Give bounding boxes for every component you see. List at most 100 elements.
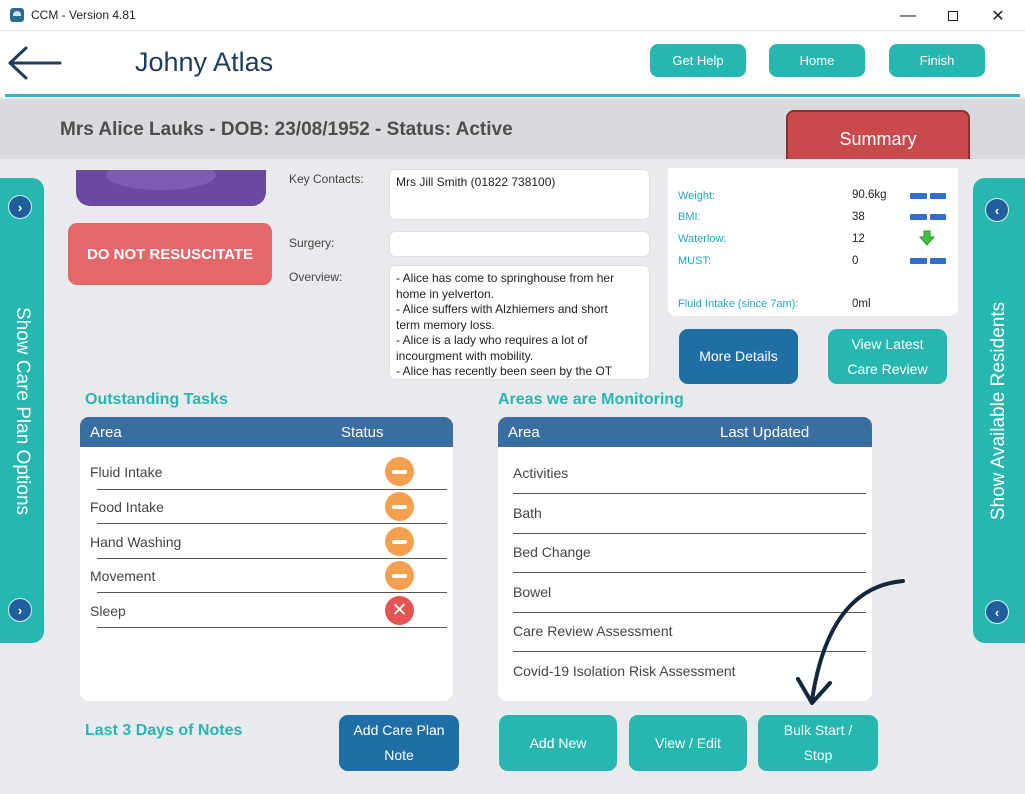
monitoring-item[interactable]: Bed Change	[513, 544, 591, 560]
table-header: Area Last Updated	[498, 417, 872, 447]
overview-line: - Alice is a lady who requires a lot of	[396, 333, 588, 347]
waterlow-label: Waterlow:	[678, 233, 727, 245]
waterlow-value: 12	[852, 233, 865, 245]
bmi-value: 38	[852, 211, 865, 223]
row-divider	[97, 489, 447, 490]
overview-line: - Alice has recently been seen by the OT	[396, 364, 613, 378]
task-area: Fluid Intake	[90, 464, 163, 480]
maximize-button[interactable]	[930, 0, 976, 31]
minus-circle-icon[interactable]	[385, 527, 414, 556]
chevron-left-icon[interactable]: ‹	[985, 198, 1009, 222]
task-area: Food Intake	[90, 499, 164, 515]
finish-button[interactable]: Finish	[889, 44, 985, 77]
care-plan-options-label: Show Care Plan Options	[12, 306, 33, 515]
monitoring-item[interactable]: Care Review Assessment	[513, 623, 673, 639]
table-header: Area Status	[80, 417, 453, 447]
chevron-right-icon[interactable]: ›	[8, 195, 32, 219]
row-divider	[513, 572, 866, 573]
column-header-area: Area	[90, 424, 122, 441]
key-contacts-field[interactable]: Mrs Jill Smith (01822 738100)	[389, 169, 650, 220]
available-residents-panel[interactable]: Show Available Residents	[973, 178, 1025, 643]
close-window-button[interactable]: ✕	[975, 0, 1021, 31]
column-header-status: Status	[341, 424, 384, 441]
task-area: Hand Washing	[90, 534, 182, 550]
minus-circle-icon[interactable]	[385, 457, 414, 486]
chevron-right-icon[interactable]: ›	[8, 598, 32, 622]
monitoring-item[interactable]: Bowel	[513, 584, 551, 600]
annotation-arrow-icon	[796, 579, 905, 705]
outstanding-tasks-title: Outstanding Tasks	[85, 391, 228, 408]
header-divider	[5, 94, 1020, 97]
row-divider	[513, 493, 866, 494]
monitoring-item[interactable]: Bath	[513, 505, 542, 521]
view-latest-care-review-button[interactable]: View Latest Care Review	[828, 329, 947, 384]
x-circle-icon[interactable]: ✕	[385, 596, 414, 625]
view-edit-button[interactable]: View / Edit	[629, 715, 747, 771]
maximize-icon	[948, 10, 958, 21]
overview-line: incourgment with mobility.	[396, 348, 534, 363]
row-divider	[97, 523, 447, 524]
row-divider	[513, 533, 866, 534]
overview-line: home in yelverton.	[396, 286, 495, 301]
overview-label: Overview:	[289, 270, 343, 284]
close-icon: ✕	[991, 7, 1005, 25]
back-arrow-icon[interactable]	[6, 45, 62, 81]
chevron-left-icon[interactable]: ‹	[985, 600, 1009, 624]
bulk-start-stop-button[interactable]: Bulk Start / Stop	[758, 715, 878, 771]
dash-icon	[910, 193, 946, 199]
surgery-field[interactable]	[389, 231, 650, 257]
button-label: Add Care Plan	[353, 722, 445, 738]
bmi-label: BMI:	[678, 211, 701, 223]
row-divider	[97, 627, 447, 628]
button-label: Bulk Start /	[783, 722, 853, 738]
overview-line: term memory loss.	[396, 317, 495, 332]
must-value: 0	[852, 255, 859, 267]
must-label: MUST:	[678, 255, 711, 267]
resident-photo	[76, 170, 266, 206]
button-label: Note	[384, 747, 414, 763]
monitoring-item[interactable]: Covid-19 Isolation Risk Assessment	[513, 663, 736, 679]
weight-value: 90.6kg	[852, 189, 887, 201]
button-label: Stop	[803, 747, 833, 763]
add-new-button[interactable]: Add New	[499, 715, 617, 771]
minimize-icon: —	[900, 6, 916, 24]
care-plan-options-panel[interactable]: Show Care Plan Options	[0, 178, 44, 643]
get-help-button[interactable]: Get Help	[650, 44, 746, 77]
resident-status-text: Mrs Alice Lauks - DOB: 23/08/1952 - Stat…	[60, 119, 513, 140]
minimize-button[interactable]: —	[885, 0, 931, 31]
add-care-plan-note-button[interactable]: Add Care Plan Note	[339, 715, 459, 771]
overview-line: - Alice suffers with Alzhiemers and shor…	[396, 302, 608, 316]
minus-circle-icon[interactable]	[385, 492, 414, 521]
column-header-area: Area	[508, 424, 540, 441]
more-details-button[interactable]: More Details	[679, 329, 798, 384]
app-logo-icon	[10, 8, 24, 22]
monitoring-item[interactable]: Activities	[513, 465, 568, 481]
key-contacts-value: Mrs Jill Smith (01822 738100)	[396, 175, 556, 189]
available-residents-label: Show Available Residents	[988, 301, 1009, 520]
overview-line: - Alice has come to springhouse from her	[396, 271, 615, 285]
monitoring-title: Areas we are Monitoring	[498, 391, 684, 408]
notes-title: Last 3 Days of Notes	[85, 722, 243, 739]
summary-tab[interactable]: Summary	[786, 110, 970, 159]
minus-circle-icon[interactable]	[385, 561, 414, 590]
window-title: CCM - Version 4.81	[31, 8, 136, 22]
task-area: Sleep	[90, 603, 126, 619]
row-divider	[97, 558, 447, 559]
key-contacts-label: Key Contacts:	[289, 172, 364, 186]
window-title-bar	[0, 0, 1025, 31]
overview-field[interactable]: - Alice has come to springhouse from her…	[389, 265, 650, 380]
dnr-badge: DO NOT RESUSCITATE	[68, 223, 272, 285]
task-area: Movement	[90, 568, 156, 584]
row-divider	[97, 592, 447, 593]
fluid-intake-label: Fluid Intake (since 7am):	[678, 298, 799, 310]
fluid-intake-value: 0ml	[852, 298, 871, 310]
dash-icon	[910, 258, 946, 264]
button-label: View Latest	[851, 335, 924, 352]
column-header-last-updated: Last Updated	[720, 424, 810, 441]
surgery-label: Surgery:	[289, 236, 335, 250]
dash-icon	[910, 214, 946, 220]
button-label: Care Review	[847, 360, 928, 377]
resident-name: Johny Atlas	[135, 47, 274, 77]
weight-label: Weight:	[678, 190, 716, 202]
home-button[interactable]: Home	[769, 44, 865, 77]
